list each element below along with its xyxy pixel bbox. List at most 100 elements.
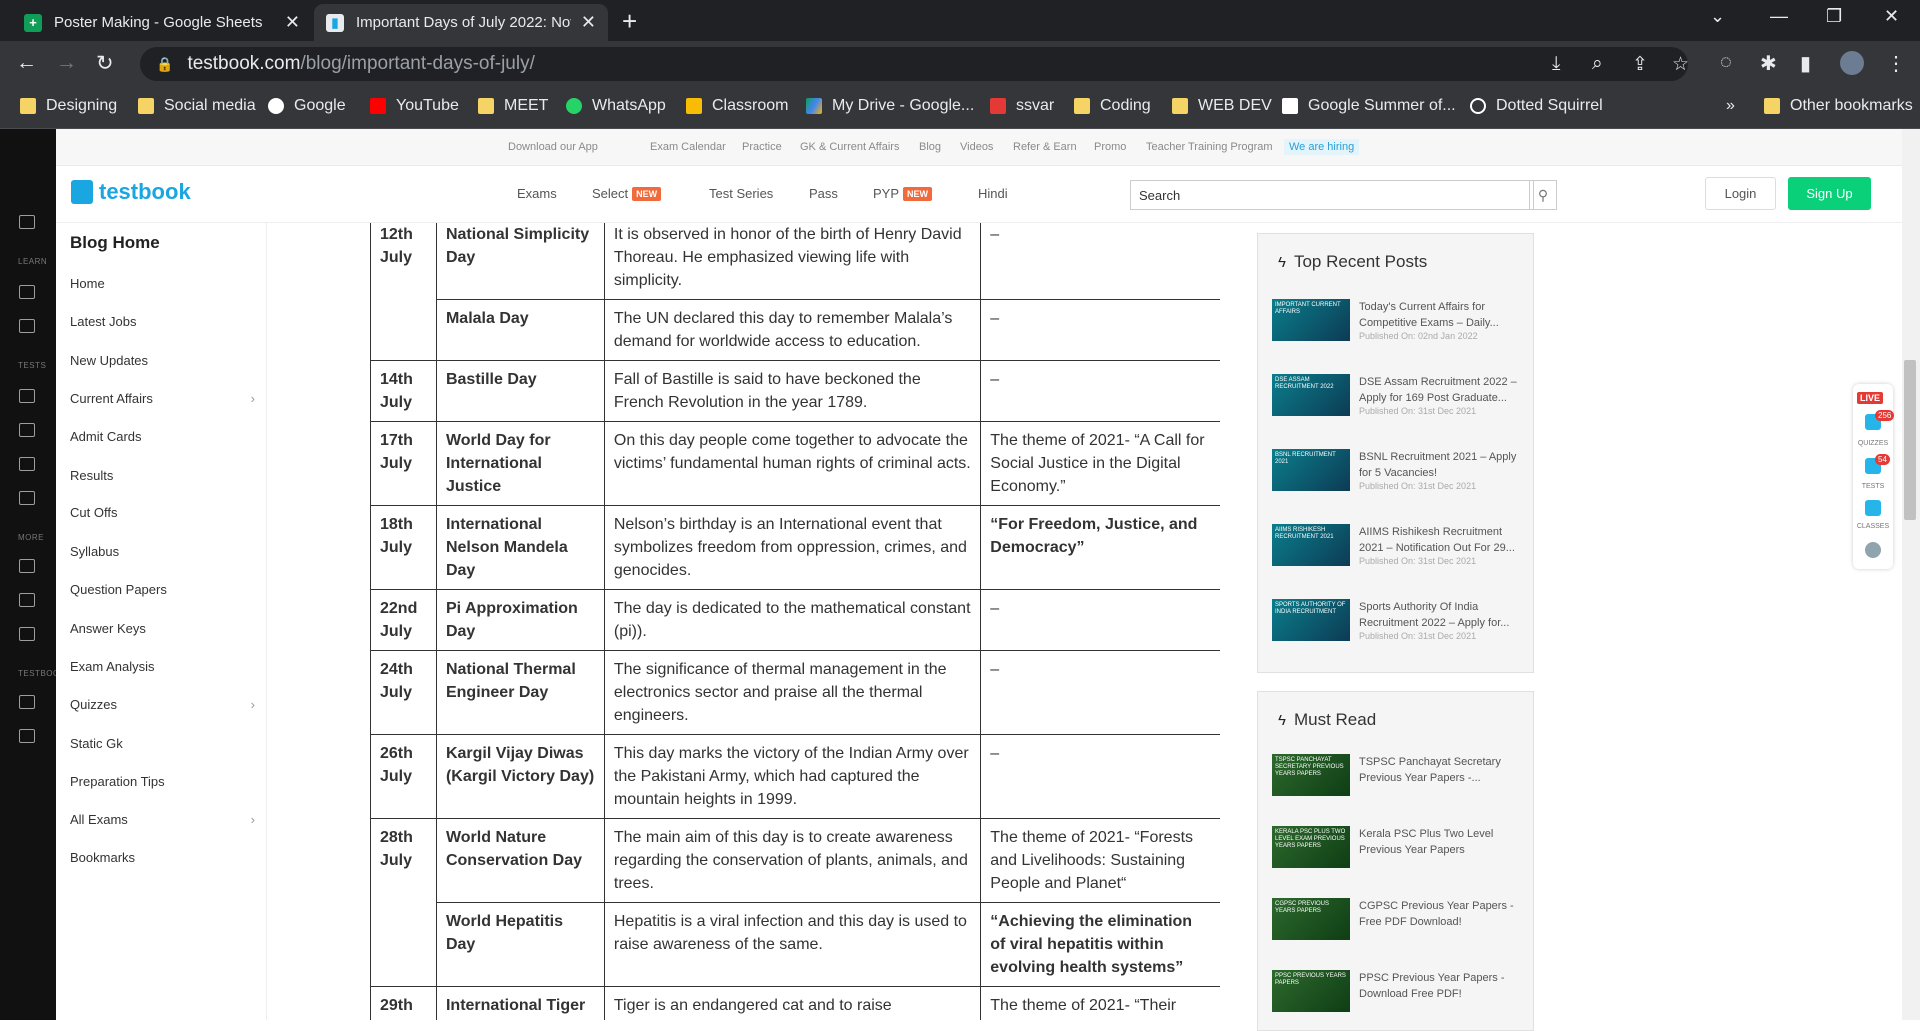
blog-home-heading[interactable]: Blog Home: [70, 233, 160, 253]
post-title[interactable]: DSE Assam Recruitment 2022 – Apply for 1…: [1359, 374, 1519, 406]
link-videos[interactable]: Videos: [960, 141, 993, 153]
left-nav-exam-analysis[interactable]: Exam Analysis: [70, 659, 255, 674]
tests-icon[interactable]: [19, 389, 35, 403]
close-window-button[interactable]: ✕: [1884, 6, 1899, 27]
post-title[interactable]: PPSC Previous Year Papers - Download Fre…: [1359, 970, 1519, 1002]
link-exam-calendar[interactable]: Exam Calendar: [650, 141, 726, 153]
other-bookmarks[interactable]: Other bookmarks: [1764, 97, 1913, 115]
bookmark-google[interactable]: Google: [268, 97, 346, 115]
must-read-post[interactable]: PPSC PREVIOUS YEARS PAPERS PPSC Previous…: [1272, 970, 1524, 1030]
scrollbar-thumb[interactable]: [1904, 360, 1916, 520]
bookmark-classroom[interactable]: Classroom: [686, 97, 788, 115]
history-icon[interactable]: [19, 457, 35, 471]
news-icon[interactable]: [19, 559, 35, 573]
link-we-are-hiring[interactable]: We are hiring: [1284, 139, 1360, 155]
search-icon[interactable]: ⚲: [1529, 180, 1557, 210]
avatar[interactable]: [1840, 51, 1864, 75]
recent-post[interactable]: DSE ASSAM RECRUITMENT 2022 DSE Assam Rec…: [1272, 374, 1524, 434]
tab-testbook[interactable]: ▮ Important Days of July 2022: Nov ✕: [314, 4, 608, 41]
restore-button[interactable]: ❐: [1826, 6, 1842, 27]
recent-post[interactable]: AIIMS RISHIKESH RECRUITMENT 2021 AIIMS R…: [1272, 524, 1524, 584]
testbook-logo[interactable]: testbook: [71, 179, 191, 205]
quiz-icon[interactable]: [19, 423, 35, 437]
must-read-post[interactable]: TSPSC PANCHAYAT SECRETARY PREVIOUS YEARS…: [1272, 754, 1524, 814]
forward-icon[interactable]: →: [56, 51, 77, 75]
left-nav-question-papers[interactable]: Question Papers: [70, 582, 255, 597]
book-icon[interactable]: [19, 593, 35, 607]
nav-exams[interactable]: Exams: [517, 186, 557, 201]
reload-icon[interactable]: ↻: [96, 51, 114, 76]
learn-icon[interactable]: [19, 285, 35, 299]
extension-icon[interactable]: ◌: [1720, 51, 1732, 74]
post-title[interactable]: Today's Current Affairs for Competitive …: [1359, 299, 1519, 331]
bookmark-social-media[interactable]: Social media: [138, 97, 256, 115]
page-scrollbar[interactable]: [1902, 129, 1920, 1020]
left-nav-quizzes[interactable]: Quizzes ›: [70, 697, 255, 712]
puzzle-icon[interactable]: ✱: [1760, 51, 1777, 76]
link-download-app[interactable]: Download our App: [508, 141, 598, 153]
link-practice[interactable]: Practice: [742, 141, 782, 153]
zoom-icon[interactable]: ⌕: [1592, 53, 1603, 75]
menu-icon[interactable]: ⋮: [1886, 51, 1906, 76]
bookmark-dotted-squirrel[interactable]: Dotted Squirrel: [1470, 97, 1603, 115]
bookmarks-overflow-icon[interactable]: »: [1726, 97, 1735, 115]
nav-hindi[interactable]: Hindi: [978, 186, 1008, 201]
post-title[interactable]: TSPSC Panchayat Secretary Previous Year …: [1359, 754, 1519, 786]
pass-icon[interactable]: [19, 695, 35, 709]
back-icon[interactable]: ←: [16, 51, 37, 75]
minimize-button[interactable]: —: [1770, 6, 1788, 27]
close-tab-icon[interactable]: ✕: [285, 12, 300, 33]
bookmark-ssvar[interactable]: ssvar: [990, 97, 1054, 115]
share-icon[interactable]: ⇪: [1632, 53, 1648, 76]
users-icon[interactable]: [19, 627, 35, 641]
nav-pyp[interactable]: PYP NEW: [873, 186, 933, 201]
bookmark-whatsapp[interactable]: WhatsApp: [566, 97, 666, 115]
link-blog[interactable]: Blog: [919, 141, 941, 153]
must-read-post[interactable]: KERALA PSC PLUS TWO LEVEL EXAM PREVIOUS …: [1272, 826, 1524, 886]
left-nav-bookmarks[interactable]: Bookmarks: [70, 850, 255, 865]
left-nav-all-exams[interactable]: All Exams ›: [70, 812, 255, 827]
link-promo[interactable]: Promo: [1094, 141, 1126, 153]
nav-select[interactable]: Select NEW: [592, 186, 662, 201]
sidepanel-icon[interactable]: ▮: [1800, 51, 1811, 76]
nav-test-series[interactable]: Test Series: [709, 186, 773, 201]
must-read-post[interactable]: CGPSC PREVIOUS YEARS PAPERS CGPSC Previo…: [1272, 898, 1524, 958]
address-bar[interactable]: 🔒 testbook.com/blog/important-days-of-ju…: [140, 47, 1689, 81]
left-nav-answer-keys[interactable]: Answer Keys: [70, 621, 255, 636]
left-nav-syllabus[interactable]: Syllabus: [70, 544, 255, 559]
link-teacher-training[interactable]: Teacher Training Program: [1146, 141, 1273, 153]
post-title[interactable]: AIIMS Rishikesh Recruitment 2021 – Notif…: [1359, 524, 1519, 556]
post-title[interactable]: CGPSC Previous Year Papers - Free PDF Do…: [1359, 898, 1519, 930]
bookmark-star-icon[interactable]: ☆: [1672, 53, 1689, 76]
signup-button[interactable]: Sign Up: [1788, 177, 1871, 210]
left-nav-preparation-tips[interactable]: Preparation Tips: [70, 774, 255, 789]
search-input[interactable]: Search: [1130, 180, 1534, 210]
post-title[interactable]: BSNL Recruitment 2021 – Apply for 5 Vaca…: [1359, 449, 1519, 481]
refer-icon[interactable]: [19, 729, 35, 743]
classes-icon[interactable]: [1865, 500, 1881, 516]
left-nav-home[interactable]: Home: [70, 276, 255, 291]
tab-google-sheets[interactable]: + Poster Making - Google Sheets ✕: [12, 4, 312, 41]
nav-pass[interactable]: Pass: [809, 186, 838, 201]
bookmark-google-summer[interactable]: Google Summer of...: [1282, 97, 1456, 115]
left-nav-admit-cards[interactable]: Admit Cards: [70, 429, 255, 444]
recent-post[interactable]: BSNL RECRUITMENT 2021 BSNL Recruitment 2…: [1272, 449, 1524, 509]
courses-icon[interactable]: [19, 319, 35, 333]
link-gk-current-affairs[interactable]: GK & Current Affairs: [800, 141, 899, 153]
scroll-up-icon[interactable]: [1865, 542, 1881, 558]
new-tab-button[interactable]: +: [622, 6, 637, 37]
tab-search-icon[interactable]: ⌄: [1710, 6, 1725, 27]
left-nav-cut-offs[interactable]: Cut Offs: [70, 505, 255, 520]
bookmark-web-dev[interactable]: WEB DEV: [1172, 97, 1272, 115]
recent-post[interactable]: SPORTS AUTHORITY OF INDIA RECRUITMENT Sp…: [1272, 599, 1524, 659]
left-nav-static-gk[interactable]: Static Gk: [70, 736, 255, 751]
help-icon[interactable]: [19, 491, 35, 505]
close-tab-icon[interactable]: ✕: [581, 12, 596, 33]
bookmark-designing[interactable]: Designing: [20, 97, 117, 115]
left-nav-results[interactable]: Results: [70, 468, 255, 483]
live-badge[interactable]: LIVE: [1857, 392, 1884, 404]
link-refer-earn[interactable]: Refer & Earn: [1013, 141, 1077, 153]
bookmark-my-drive[interactable]: My Drive - Google...: [806, 97, 974, 115]
post-title[interactable]: Kerala PSC Plus Two Level Previous Year …: [1359, 826, 1519, 858]
recent-post[interactable]: IMPORTANT CURRENT AFFAIRS Today's Curren…: [1272, 299, 1524, 359]
